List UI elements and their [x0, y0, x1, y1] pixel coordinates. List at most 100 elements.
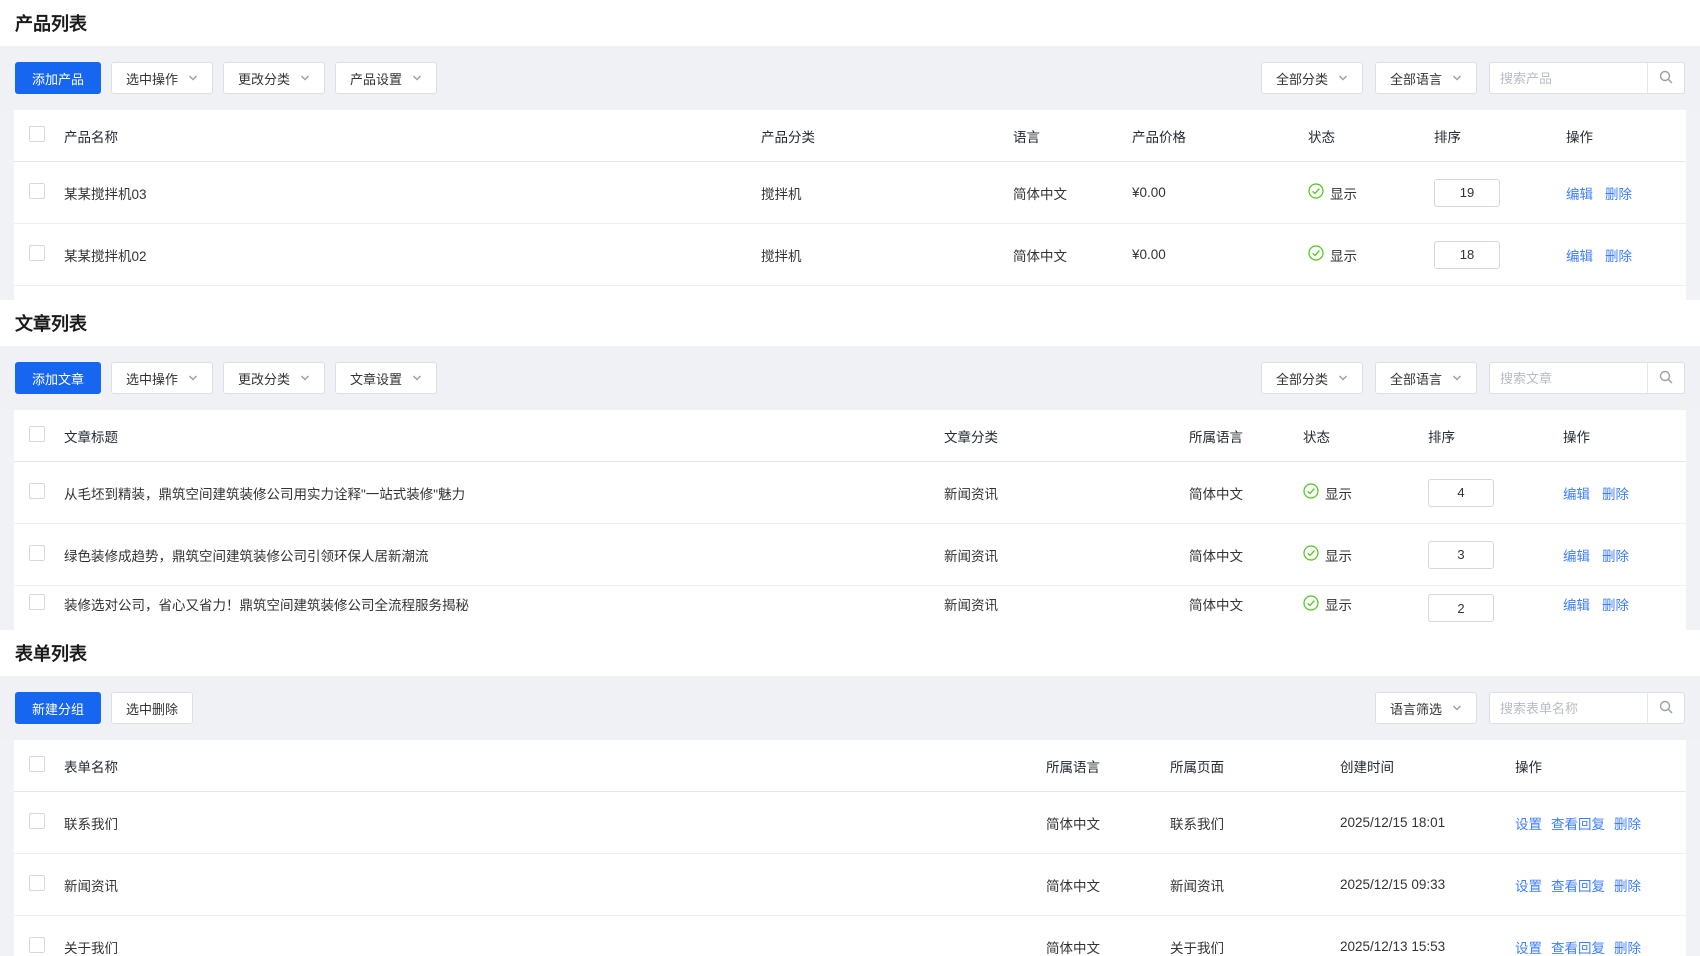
product-settings-dropdown[interactable]: 产品设置: [335, 62, 437, 94]
add-article-button[interactable]: 添加文章: [15, 362, 101, 394]
form-page: 关于我们: [1170, 937, 1340, 956]
sort-input[interactable]: [1428, 479, 1494, 507]
edit-link[interactable]: 编辑: [1566, 245, 1593, 265]
sort-input[interactable]: [1428, 594, 1494, 622]
category-filter-dropdown[interactable]: 全部分类: [1261, 62, 1363, 94]
form-name: 联系我们: [64, 813, 1046, 833]
form-language: 简体中文: [1046, 813, 1170, 833]
column-header-price: 产品价格: [1132, 126, 1308, 146]
forms-table-header: 表单名称 所属语言 所属页面 创建时间 操作: [14, 740, 1686, 792]
table-row: 某某搅拌机03 搅拌机 简体中文 ¥0.00 显示 编辑 删除: [14, 162, 1686, 224]
edit-link[interactable]: 编辑: [1563, 545, 1590, 565]
row-checkbox[interactable]: [29, 594, 45, 610]
form-name: 关于我们: [64, 937, 1046, 956]
view-replies-link[interactable]: 查看回复: [1551, 875, 1605, 895]
category-filter-dropdown[interactable]: 全部分类: [1261, 362, 1363, 394]
form-search-button[interactable]: [1647, 692, 1685, 724]
language-filter-dropdown[interactable]: 语言筛选: [1375, 692, 1477, 724]
chevron-down-icon: [1452, 703, 1462, 713]
view-replies-link[interactable]: 查看回复: [1551, 813, 1605, 833]
sort-input[interactable]: [1434, 179, 1500, 207]
status-badge: 显示: [1303, 594, 1428, 614]
check-circle-icon: [1308, 183, 1324, 202]
column-header-created: 创建时间: [1340, 756, 1515, 776]
dropdown-label: 全部分类: [1276, 369, 1328, 388]
product-name: 某某搅拌机03: [64, 183, 761, 203]
status-badge: 显示: [1303, 483, 1428, 503]
article-search-input[interactable]: [1489, 362, 1647, 394]
column-header-status: 状态: [1303, 426, 1428, 446]
select-all-checkbox[interactable]: [29, 756, 45, 772]
selected-action-dropdown[interactable]: 选中操作: [111, 362, 213, 394]
delete-link[interactable]: 删除: [1614, 813, 1641, 833]
products-toolbar-filters: 全部分类 全部语言: [1261, 62, 1685, 94]
settings-link[interactable]: 设置: [1515, 813, 1542, 833]
column-header-actions: 操作: [1566, 126, 1686, 146]
created-time: 2025/12/13 15:53: [1340, 939, 1515, 954]
edit-link[interactable]: 编辑: [1566, 183, 1593, 203]
row-checkbox[interactable]: [29, 545, 45, 561]
product-search-button[interactable]: [1647, 62, 1685, 94]
edit-link[interactable]: 编辑: [1563, 594, 1590, 614]
status-label: 显示: [1330, 245, 1357, 265]
language-filter-dropdown[interactable]: 全部语言: [1375, 62, 1477, 94]
article-category: 新闻资讯: [944, 483, 1189, 503]
sort-input[interactable]: [1434, 241, 1500, 269]
add-product-button[interactable]: 添加产品: [15, 62, 101, 94]
article-search-button[interactable]: [1647, 362, 1685, 394]
status-badge: 显示: [1308, 183, 1434, 203]
select-all-checkbox[interactable]: [29, 426, 45, 442]
language-filter-dropdown[interactable]: 全部语言: [1375, 362, 1477, 394]
change-category-dropdown[interactable]: 更改分类: [223, 362, 325, 394]
change-category-dropdown[interactable]: 更改分类: [223, 62, 325, 94]
delete-link[interactable]: 删除: [1602, 545, 1629, 565]
row-checkbox[interactable]: [29, 483, 45, 499]
settings-link[interactable]: 设置: [1515, 875, 1542, 895]
product-search-input[interactable]: [1489, 62, 1647, 94]
row-checkbox[interactable]: [29, 183, 45, 199]
search-icon: [1658, 69, 1674, 88]
status-label: 显示: [1330, 183, 1357, 203]
row-checkbox[interactable]: [29, 937, 45, 953]
forms-section-title: 表单列表: [0, 630, 1700, 676]
form-page: 联系我们: [1170, 813, 1340, 833]
dropdown-label: 选中操作: [126, 369, 178, 388]
delete-selected-button[interactable]: 选中删除: [111, 692, 193, 724]
row-checkbox[interactable]: [29, 245, 45, 261]
table-row: 某某搅拌机02 搅拌机 简体中文 ¥0.00 显示 编辑 删除: [14, 224, 1686, 286]
chevron-down-icon: [412, 73, 422, 83]
edit-link[interactable]: 编辑: [1563, 483, 1590, 503]
delete-link[interactable]: 删除: [1605, 183, 1632, 203]
product-category: 搅拌机: [761, 183, 1013, 203]
delete-link[interactable]: 删除: [1605, 245, 1632, 265]
new-group-button[interactable]: 新建分组: [15, 692, 101, 724]
articles-toolbar: 添加文章 选中操作 更改分类 文章设置 全部分类 全部语言: [0, 346, 1700, 410]
view-replies-link[interactable]: 查看回复: [1551, 937, 1605, 956]
status-badge: 显示: [1308, 245, 1434, 265]
chevron-down-icon: [1452, 373, 1462, 383]
delete-link[interactable]: 删除: [1614, 875, 1641, 895]
chevron-down-icon: [412, 373, 422, 383]
selected-action-dropdown[interactable]: 选中操作: [111, 62, 213, 94]
search-icon: [1658, 369, 1674, 388]
form-search-input[interactable]: [1489, 692, 1647, 724]
settings-link[interactable]: 设置: [1515, 937, 1542, 956]
sort-input[interactable]: [1428, 541, 1494, 569]
chevron-down-icon: [188, 373, 198, 383]
column-header-actions: 操作: [1515, 756, 1686, 776]
select-all-checkbox[interactable]: [29, 126, 45, 142]
row-checkbox[interactable]: [29, 813, 45, 829]
check-circle-icon: [1303, 595, 1319, 614]
column-header-language: 所属语言: [1189, 426, 1303, 446]
delete-link[interactable]: 删除: [1602, 594, 1629, 614]
article-settings-dropdown[interactable]: 文章设置: [335, 362, 437, 394]
form-language: 简体中文: [1046, 937, 1170, 956]
dropdown-label: 语言筛选: [1390, 699, 1442, 718]
dropdown-label: 更改分类: [238, 69, 290, 88]
dropdown-label: 文章设置: [350, 369, 402, 388]
row-checkbox[interactable]: [29, 875, 45, 891]
delete-link[interactable]: 删除: [1602, 483, 1629, 503]
articles-table: 文章标题 文章分类 所属语言 状态 排序 操作 从毛坯到精装，鼎筑空间建筑装修公…: [14, 410, 1686, 630]
delete-link[interactable]: 删除: [1614, 937, 1641, 956]
status-label: 显示: [1325, 594, 1352, 614]
